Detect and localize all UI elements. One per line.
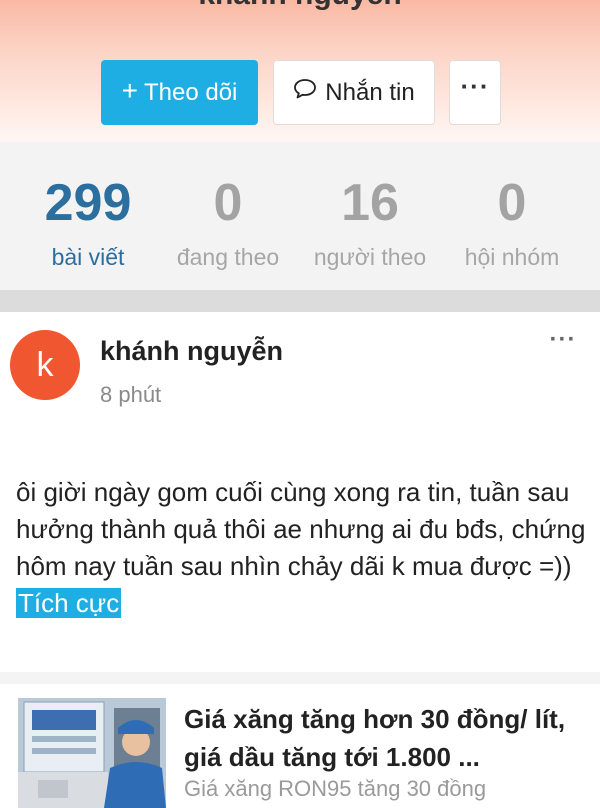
stat-following[interactable]: 0 đang theo <box>158 172 298 271</box>
more-icon: ··· <box>460 70 490 101</box>
chat-bubble-icon <box>293 78 317 107</box>
post-body: ôi giời ngày gom cuối cùng xong ra tin, … <box>16 477 586 581</box>
stat-posts[interactable]: 299 bài viết <box>18 172 158 271</box>
post-divider <box>0 672 600 684</box>
stat-value: 0 <box>497 174 527 232</box>
stat-value: 16 <box>341 174 399 232</box>
plus-icon: + <box>121 75 138 106</box>
post-text: ôi giời ngày gom cuối cùng xong ra tin, … <box>16 474 586 622</box>
post-author[interactable]: khánh nguyễn <box>100 336 283 367</box>
hashtag[interactable]: Tích cực <box>16 588 122 618</box>
post-card: k khánh nguyễn 8 phút ··· ôi giời ngày g… <box>0 312 600 808</box>
stat-groups[interactable]: 0 hội nhóm <box>442 172 582 271</box>
stat-label: đang theo <box>176 244 280 270</box>
avatar[interactable]: k <box>10 330 80 400</box>
post-time: 8 phút <box>100 382 162 407</box>
stat-label: hội nhóm <box>464 244 560 270</box>
stat-value: 0 <box>213 174 243 232</box>
message-button[interactable]: Nhắn tin <box>273 60 435 125</box>
more-options-button[interactable]: ··· <box>449 60 501 125</box>
news-thumbnail <box>18 698 166 808</box>
stat-value: 299 <box>44 174 132 232</box>
section-divider <box>0 290 600 312</box>
post-menu-button[interactable]: ··· <box>538 326 588 360</box>
news-title[interactable]: Giá xăng tăng hơn 30 đồng/ lít, giá dầu … <box>184 700 594 776</box>
stat-label: bài viết <box>51 244 125 270</box>
profile-stats: 299 bài viết 0 đang theo 16 người theo 0… <box>0 142 600 290</box>
news-description: Giá xăng RON95 tăng 30 đồng <box>184 776 487 801</box>
link-preview-card[interactable]: Giá xăng tăng hơn 30 đồng/ lít, giá dầu … <box>0 684 600 808</box>
follow-button[interactable]: + Theo dõi <box>101 60 258 125</box>
more-icon: ··· <box>549 326 577 353</box>
message-button-label: Nhắn tin <box>325 78 415 106</box>
follow-button-label: Theo dõi <box>143 78 238 106</box>
profile-name: khánh nguyễn <box>0 0 600 12</box>
stat-label: người theo <box>313 244 427 270</box>
stat-followers[interactable]: 16 người theo <box>300 172 440 271</box>
profile-header: khánh nguyễn + Theo dõi Nhắn tin ··· <box>0 0 600 142</box>
